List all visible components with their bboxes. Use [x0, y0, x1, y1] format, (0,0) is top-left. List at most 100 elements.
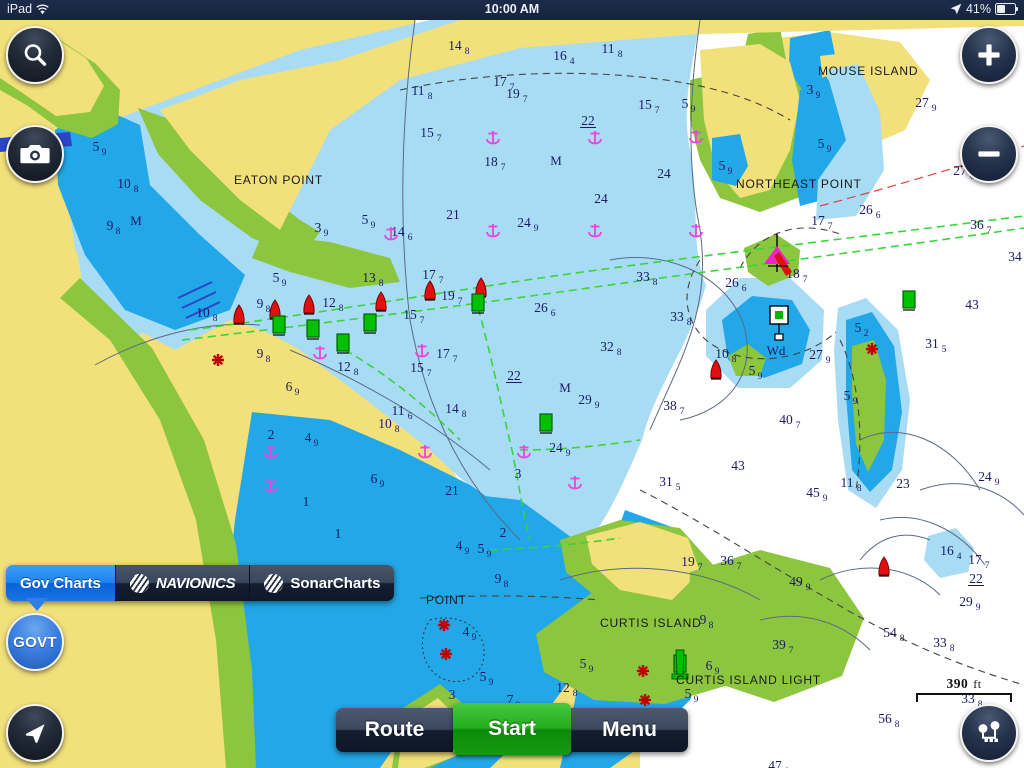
svg-text:2: 2	[864, 329, 869, 339]
svg-text:5: 5	[580, 656, 587, 671]
chart-source-tabs[interactable]: Gov Charts NAVIONICS SonarCharts	[6, 565, 395, 601]
svg-text:47: 47	[768, 758, 782, 768]
svg-text:10: 10	[117, 176, 131, 191]
svg-text:22: 22	[969, 571, 983, 586]
svg-text:15: 15	[403, 307, 417, 322]
nautical-chart-map[interactable]: 14 8 16 4 11 8 11 8 17 7 19 7 15 7 5 9 3 9 27 9 15 7 22 5 9 5 9 10 8…	[0, 20, 1024, 768]
svg-text:9: 9	[472, 633, 477, 643]
svg-text:15: 15	[420, 125, 434, 140]
svg-text:7: 7	[523, 95, 528, 105]
green-buoy-icon[interactable]	[363, 313, 377, 334]
magnifier-icon	[24, 44, 47, 66]
svg-text:22: 22	[581, 113, 595, 128]
svg-text:5: 5	[942, 345, 947, 355]
start-button[interactable]: Start	[453, 703, 571, 755]
svg-text:6: 6	[706, 658, 713, 673]
svg-text:13: 13	[362, 270, 376, 285]
svg-text:5: 5	[676, 483, 681, 493]
route-button[interactable]: Route	[336, 708, 453, 752]
locate-button[interactable]	[6, 704, 64, 762]
menu-button[interactable]: Menu	[571, 708, 688, 752]
seabed-label: M	[550, 153, 562, 168]
svg-text:32: 32	[600, 339, 614, 354]
svg-text:54: 54	[883, 625, 897, 640]
svg-text:31: 31	[925, 336, 939, 351]
svg-text:7: 7	[501, 163, 506, 173]
svg-text:4: 4	[957, 552, 962, 562]
svg-text:9: 9	[324, 229, 329, 239]
green-buoy-icon[interactable]	[306, 319, 320, 340]
svg-text:9: 9	[465, 547, 470, 557]
scale-value: 390	[946, 676, 969, 691]
svg-text:8: 8	[213, 314, 218, 324]
svg-text:3: 3	[515, 466, 522, 481]
tab-gov-charts[interactable]: Gov Charts	[6, 565, 116, 601]
svg-text:5: 5	[685, 686, 692, 701]
svg-text:26: 26	[859, 202, 873, 217]
seabed-label: Wd	[767, 343, 786, 358]
svg-text:19: 19	[681, 554, 695, 569]
svg-text:15: 15	[410, 360, 424, 375]
green-buoy-icon[interactable]	[902, 290, 916, 311]
svg-text:21: 21	[446, 207, 460, 222]
svg-text:17: 17	[811, 213, 825, 228]
route-button-label: Route	[364, 718, 425, 741]
search-button[interactable]	[6, 26, 64, 84]
zoom-in-button[interactable]	[960, 26, 1018, 84]
svg-text:8: 8	[116, 227, 121, 237]
svg-text:5: 5	[480, 669, 487, 684]
zoom-out-button[interactable]	[960, 125, 1018, 183]
svg-text:4: 4	[305, 430, 312, 445]
green-buoy-icon[interactable]	[272, 315, 286, 336]
svg-text:9: 9	[853, 397, 858, 407]
svg-text:9: 9	[827, 145, 832, 155]
sounding: 1	[303, 494, 310, 509]
sonar-button[interactable]	[960, 704, 1018, 762]
svg-text:7: 7	[439, 276, 444, 286]
navigation-arrow-icon	[25, 724, 45, 743]
svg-text:6: 6	[371, 471, 378, 486]
svg-text:17: 17	[493, 74, 507, 89]
svg-text:31: 31	[659, 474, 673, 489]
green-buoy-icon[interactable]	[539, 413, 553, 434]
svg-text:7: 7	[698, 563, 703, 573]
sounding: 22	[968, 571, 984, 586]
svg-text:11: 11	[841, 475, 854, 490]
svg-text:5: 5	[93, 139, 100, 154]
plus-icon	[978, 44, 1000, 66]
green-buoy-icon[interactable]	[471, 293, 485, 314]
svg-text:8: 8	[379, 279, 384, 289]
green-buoy-icon[interactable]	[336, 333, 350, 354]
svg-text:5: 5	[855, 320, 862, 335]
bottom-toolbar[interactable]: Route Start Menu	[336, 703, 688, 755]
svg-text:16: 16	[553, 48, 567, 63]
sounding: 3	[449, 687, 456, 702]
svg-text:3: 3	[449, 687, 456, 702]
svg-text:9: 9	[282, 279, 287, 289]
chart-canvas[interactable]: 14 8 16 411 811 817 719 7 15 75 93 9 27 915 7225 95 910 8…	[0, 20, 1024, 768]
svg-text:38: 38	[663, 398, 677, 413]
svg-text:8: 8	[428, 92, 433, 102]
svg-text:10: 10	[196, 305, 210, 320]
svg-text:34: 34	[1008, 249, 1022, 264]
minus-icon	[978, 151, 1000, 157]
camera-button[interactable]	[6, 125, 64, 183]
svg-text:5: 5	[818, 136, 825, 151]
seabed-label: M	[559, 380, 571, 395]
svg-text:8: 8	[687, 318, 692, 328]
tab-navionics[interactable]: NAVIONICS	[115, 565, 251, 601]
svg-text:11: 11	[602, 41, 615, 56]
svg-text:9: 9	[823, 494, 828, 504]
svg-text:29: 29	[578, 392, 592, 407]
svg-text:9: 9	[806, 583, 811, 593]
svg-text:24: 24	[978, 469, 992, 484]
tab-sonarcharts[interactable]: SonarCharts	[250, 565, 395, 601]
govt-source-badge[interactable]: GOVT	[6, 613, 64, 671]
svg-text:24: 24	[549, 440, 563, 455]
svg-text:11: 11	[392, 403, 405, 418]
svg-text:12: 12	[337, 359, 351, 374]
svg-text:8: 8	[857, 484, 862, 494]
svg-text:9: 9	[257, 346, 264, 361]
svg-text:8: 8	[504, 580, 509, 590]
sounding: 24	[594, 191, 608, 206]
